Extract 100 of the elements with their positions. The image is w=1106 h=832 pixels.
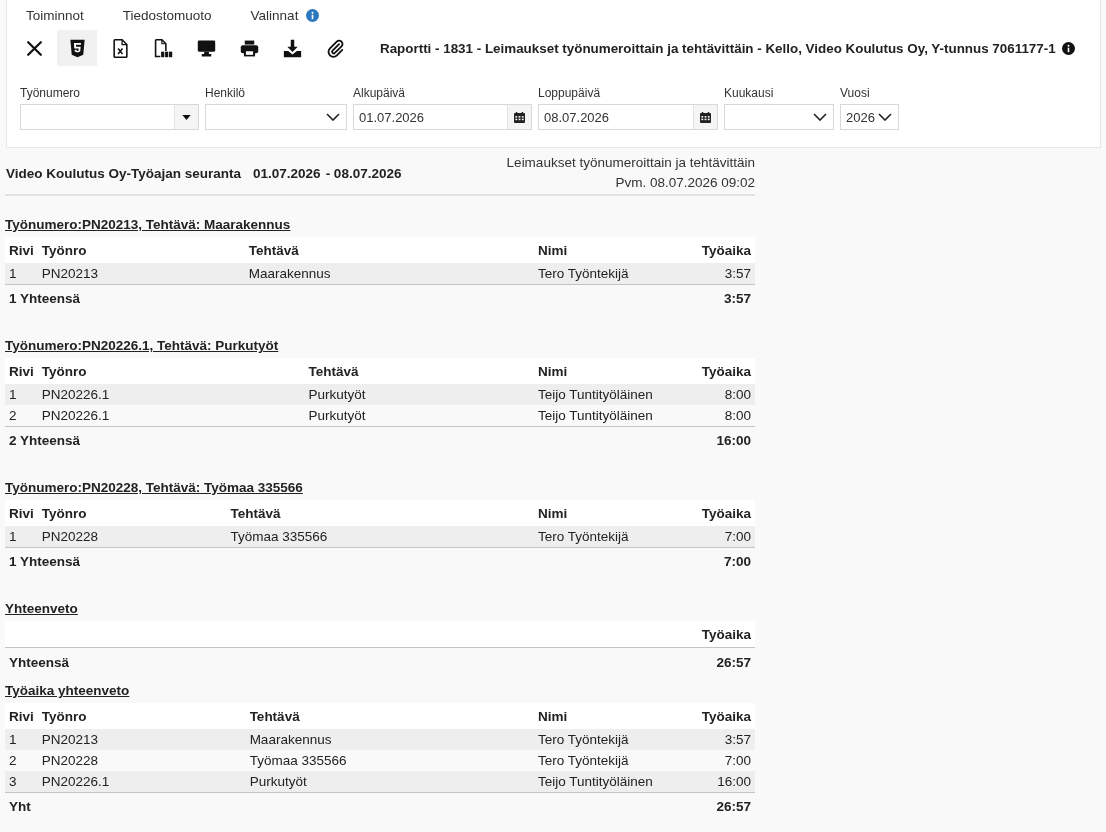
period-start: 01.07.2026 xyxy=(253,165,321,181)
table-cell: 1 xyxy=(5,384,38,405)
column-header: Rivi xyxy=(5,237,38,263)
column-header: Työnro xyxy=(37,703,246,729)
table-cell: Tero Työntekijä xyxy=(534,750,692,771)
download-icon xyxy=(282,38,302,58)
monitor-icon xyxy=(196,38,216,58)
table-cell: Purkutyöt xyxy=(304,384,534,405)
column-header: Nimi xyxy=(534,500,692,526)
column-header: Nimi xyxy=(534,358,692,384)
html5-icon xyxy=(67,38,87,58)
section-heading: Työnumero:PN20226.1, Tehtävä: Purkutyöt xyxy=(5,337,279,355)
print-date: Pvm. 08.07.2026 09:02 xyxy=(615,174,755,192)
column-header: Työaika xyxy=(692,358,755,384)
table-cell: Maarakennus xyxy=(244,263,534,285)
period-end: - 08.07.2026 xyxy=(325,165,402,181)
chevron-down-icon xyxy=(813,113,827,121)
table-cell: Teijo Tuntityöläinen xyxy=(534,405,692,427)
total-value: 26:57 xyxy=(692,647,755,677)
table-cell: Teijo Tuntityöläinen xyxy=(534,771,692,793)
table-cell: 3:57 xyxy=(692,263,755,285)
menu-item[interactable]: Toiminnot xyxy=(26,7,84,23)
section-heading: Työnumero:PN20228, Tehtävä: Työmaa 335566 xyxy=(5,479,303,497)
column-header: Työaika xyxy=(692,703,755,729)
field-label: Henkilö xyxy=(205,86,246,101)
table-cell: 2 xyxy=(5,750,38,771)
field-label: Kuukausi xyxy=(724,86,774,101)
info-icon[interactable] xyxy=(1061,41,1075,55)
total-label: 1 Yhteensä xyxy=(5,284,692,311)
paperclip-icon xyxy=(325,38,345,58)
column-header: Työaika xyxy=(692,621,755,648)
table-cell: 1 xyxy=(5,526,38,548)
report-name: Leimaukset työnumeroittain ja tehtävittäin xyxy=(506,154,755,172)
select-field[interactable]: 2026 xyxy=(840,104,899,130)
table-cell: PN20213 xyxy=(37,729,246,750)
total-label: 1 Yhteensä xyxy=(5,547,692,574)
table-cell: 1 xyxy=(5,263,38,285)
column-header: Työnro xyxy=(37,358,305,384)
dropdown-button[interactable] xyxy=(174,105,198,129)
printer-icon xyxy=(239,38,259,58)
column-header: Rivi xyxy=(5,703,38,729)
html-export-button[interactable] xyxy=(57,30,97,66)
close-icon xyxy=(24,38,44,58)
column-header: Rivi xyxy=(5,500,38,526)
table-cell: PN20226.1 xyxy=(37,405,305,427)
table-cell: Tero Työntekijä xyxy=(534,729,692,750)
select-field[interactable] xyxy=(205,104,347,130)
column-header: Tehtävä xyxy=(245,703,534,729)
total-label: Yhteensä xyxy=(5,647,692,677)
caret-down-icon xyxy=(182,114,191,120)
total-value: 26:57 xyxy=(692,792,755,819)
table-cell: Purkutyöt xyxy=(245,771,534,793)
table-cell: Purkutyöt xyxy=(304,405,534,427)
select-field[interactable] xyxy=(724,104,834,130)
section-heading: Työaika yhteenveto xyxy=(5,682,130,700)
date-field[interactable]: 01.07.2026 xyxy=(353,104,532,130)
date-field[interactable]: 08.07.2026 xyxy=(538,104,718,130)
field-label: Vuosi xyxy=(840,86,870,101)
menu-item[interactable]: Tiedostomuoto xyxy=(122,7,212,23)
excel-file-icon xyxy=(110,38,130,58)
column-header: Tehtävä xyxy=(304,358,534,384)
column-header: Työnro xyxy=(37,237,245,263)
total-value: 3:57 xyxy=(692,284,755,311)
column-header: Työnro xyxy=(37,500,227,526)
section-heading: Yhteenveto xyxy=(5,600,78,618)
table-cell: Työmaa 335566 xyxy=(226,526,534,548)
table-cell: 3 xyxy=(5,771,38,793)
table-cell: Maarakennus xyxy=(245,729,534,750)
total-label: 2 Yhteensä xyxy=(5,426,692,453)
table-cell: Tero Työntekijä xyxy=(534,526,692,548)
column-header: Työaika xyxy=(692,500,755,526)
calendar-button[interactable] xyxy=(507,105,531,129)
calendar-button[interactable] xyxy=(693,105,717,129)
column-header: Työaika xyxy=(692,237,755,263)
table-cell: 2 xyxy=(5,405,38,427)
table-cell: Tero Työntekijä xyxy=(534,263,692,285)
field-label: Alkupäivä xyxy=(353,86,406,101)
total-value: 16:00 xyxy=(692,426,755,453)
field-label: Loppupäivä xyxy=(538,86,601,101)
calendar-icon xyxy=(514,111,525,123)
chevron-down-icon xyxy=(878,113,892,121)
section-heading: Työnumero:PN20213, Tehtävä: Maarakennus xyxy=(5,216,291,234)
table-cell: 3:57 xyxy=(692,729,755,750)
report-title: Raportti - 1831 - Leimaukset työnumeroittain ja tehtävittäin - Kello, Video Koulutus Oy, Y-tunnus 7061177-1 xyxy=(380,40,1056,56)
total-label: Yht xyxy=(5,792,692,819)
menu-item[interactable]: Valinnat xyxy=(250,7,320,23)
table-cell: PN20226.1 xyxy=(37,771,246,793)
table-cell: 16:00 xyxy=(692,771,755,793)
table-cell: Työmaa 335566 xyxy=(245,750,534,771)
column-header: Tehtävä xyxy=(226,500,534,526)
field-label: Työnumero xyxy=(20,86,81,101)
column-header: Rivi xyxy=(5,358,38,384)
pdf-file-icon xyxy=(153,38,173,58)
table-cell: 8:00 xyxy=(692,405,755,427)
table-cell: 7:00 xyxy=(692,750,755,771)
table-cell: PN20226.1 xyxy=(37,384,305,405)
table-cell: Teijo Tuntityöläinen xyxy=(534,384,692,405)
table-cell: 8:00 xyxy=(692,384,755,405)
chevron-down-icon xyxy=(326,113,340,121)
calendar-icon xyxy=(700,111,711,123)
